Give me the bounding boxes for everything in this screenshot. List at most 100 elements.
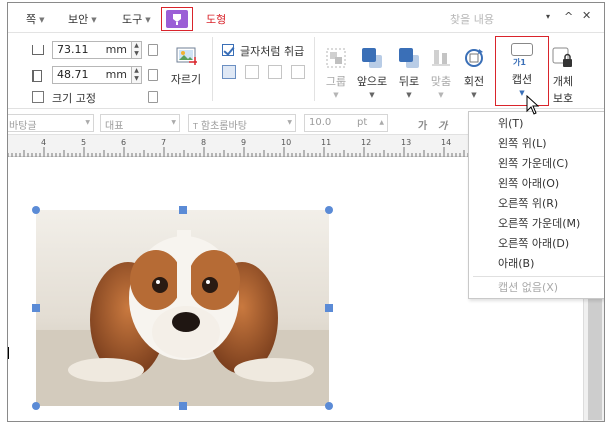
caption-position-menu: 위(T) 왼쪽 위(L) 왼쪽 가운데(C) 왼쪽 아래(O) 오른쪽 위(R)… [468, 111, 604, 299]
ruler-label: 13 [401, 138, 412, 147]
send-back-icon [398, 47, 420, 69]
align-icon [430, 47, 452, 69]
chevron-down-icon: ▼ [438, 91, 444, 99]
wrap-inline-icon[interactable] [222, 65, 236, 79]
group-label: 그룹 [325, 75, 347, 88]
wrap-top-bottom-icon[interactable] [245, 65, 259, 79]
crop-icon [175, 45, 197, 67]
link-icon [148, 69, 158, 81]
send-back-label: 뒤로 [398, 75, 420, 88]
dog-photo-image [36, 210, 329, 406]
menu-item-caption-right-middle[interactable]: 오른쪽 가운데(M) [469, 214, 604, 234]
text-cursor [8, 347, 9, 359]
group-button[interactable]: 그룹 ▼ [321, 47, 351, 99]
send-back-button[interactable]: 뒤로 ▼ [394, 47, 424, 99]
menu-page[interactable]: 쪽 ▼ [26, 11, 45, 27]
divider [212, 37, 213, 101]
font-type-icon: T [193, 122, 198, 131]
ruler-label: 9 [241, 138, 247, 147]
height-icon [32, 70, 42, 82]
treat-as-char-checkbox[interactable] [222, 44, 234, 56]
italic-button[interactable]: 가 [438, 117, 447, 132]
ruler-label: 8 [201, 138, 207, 147]
chevron-down-icon: ▼ [85, 119, 90, 126]
height-stepper[interactable]: ▲ ▼ [132, 66, 142, 84]
caption-icon-text: 가1 [513, 58, 526, 67]
menu-item-caption-bottom[interactable]: 아래(B) [469, 254, 604, 274]
object-protect-button[interactable]: 개체 보호 [548, 47, 578, 106]
chevron-down-icon: ▼ [171, 119, 176, 126]
crop-button[interactable]: 자르기 [168, 45, 204, 87]
style-select[interactable]: 바탕글 ▼ [8, 114, 94, 132]
align-label: 맞춤 [430, 75, 452, 88]
object-protect-icon [552, 47, 574, 69]
ruler-label: 14 [441, 138, 452, 147]
resize-handle-bottom-left[interactable] [32, 402, 40, 410]
search-dropdown-icon[interactable]: ▾ [546, 12, 550, 21]
divider [314, 37, 315, 101]
menu-item-caption-left-top[interactable]: 왼쪽 위(L) [469, 134, 604, 154]
treat-as-char-label: 글자처럼 취급 [240, 45, 305, 58]
shape-tab-label[interactable]: 도형 [206, 11, 226, 27]
chevron-down-icon: ▼ [91, 16, 97, 24]
menu-item-caption-top[interactable]: 위(T) [469, 114, 604, 134]
bring-front-button[interactable]: 앞으로 ▼ [356, 47, 388, 99]
caption-button[interactable]: 가1 캡션 ▼ [506, 41, 538, 97]
mouse-pointer-icon [526, 95, 540, 115]
font-size-field[interactable]: 10.0 pt ▲ [304, 114, 388, 132]
height-field[interactable]: 48.71 mm [52, 66, 132, 84]
caption-icon: 가1 [509, 41, 535, 69]
fix-size-checkbox[interactable] [32, 91, 44, 103]
link-icon [148, 44, 158, 56]
rotate-icon [463, 47, 485, 69]
resize-handle-top-right[interactable] [325, 206, 333, 214]
ruler-label: 11 [321, 138, 332, 147]
resize-handle-right[interactable] [325, 304, 333, 312]
menu-security[interactable]: 보안 ▼ [68, 11, 97, 27]
ruler-label: 12 [361, 138, 372, 147]
link-icon [148, 91, 158, 103]
bold-button[interactable]: 가 [418, 117, 427, 132]
menu-item-no-caption[interactable]: 캡션 없음(X) [469, 278, 604, 298]
stepper-icon: ▲ [379, 119, 384, 126]
resize-handle-bottom-right[interactable] [325, 402, 333, 410]
ruler-label: 4 [41, 138, 47, 147]
ruler-label: 5 [81, 138, 87, 147]
resize-handle-bottom[interactable] [179, 402, 187, 410]
menu-item-caption-left-bottom[interactable]: 왼쪽 아래(O) [469, 174, 604, 194]
collapse-ribbon-icon[interactable]: ^ [564, 10, 573, 23]
resize-handle-top-left[interactable] [32, 206, 40, 214]
object-protect-label-1: 개체 [552, 75, 574, 88]
resize-handle-left[interactable] [32, 304, 40, 312]
menu-bar: 쪽 ▼ 보안 ▼ 도구 ▼ 도형 찾을 내용 ▾ ^ ✕ [8, 3, 604, 33]
crop-label: 자르기 [170, 73, 202, 86]
width-stepper[interactable]: ▲ ▼ [132, 41, 142, 59]
dog-photo[interactable] [36, 210, 329, 406]
width-icon [32, 45, 44, 55]
rotate-button[interactable]: 회전 ▼ [459, 47, 489, 99]
shape-tab-button[interactable] [161, 7, 193, 31]
wrap-front-text-icon[interactable] [291, 65, 305, 79]
search-input[interactable]: 찾을 내용 [388, 11, 556, 27]
chevron-down-icon: ▼ [471, 91, 477, 99]
close-icon[interactable]: ✕ [582, 9, 591, 22]
menu-item-caption-right-bottom[interactable]: 오른쪽 아래(D) [469, 234, 604, 254]
bring-front-label: 앞으로 [356, 75, 388, 88]
app-window: 쪽 ▼ 보안 ▼ 도구 ▼ 도형 찾을 내용 ▾ ^ ✕ 73.11 mm ▲ ▼ [7, 2, 605, 422]
menu-item-caption-right-top[interactable]: 오른쪽 위(R) [469, 194, 604, 214]
chevron-down-icon: ▼ [39, 16, 45, 24]
align-button[interactable]: 맞춤 ▼ [426, 47, 456, 99]
menu-item-caption-left-middle[interactable]: 왼쪽 가운데(C) [469, 154, 604, 174]
caption-label: 캡션 [511, 73, 533, 86]
resize-handle-top[interactable] [179, 206, 187, 214]
menu-tools[interactable]: 도구 ▼ [122, 11, 151, 27]
chevron-down-icon: ▼ [369, 91, 375, 99]
wrap-behind-text-icon[interactable] [268, 65, 282, 79]
bring-front-icon [361, 47, 383, 69]
object-protect-label-2: 보호 [552, 92, 574, 105]
font-select[interactable]: T 함초롬바탕 ▼ [188, 114, 296, 132]
width-field[interactable]: 73.11 mm [52, 41, 132, 59]
chevron-down-icon: ▼ [406, 91, 412, 99]
language-select[interactable]: 대표 ▼ [100, 114, 180, 132]
chevron-down-icon: ▼ [287, 119, 292, 126]
